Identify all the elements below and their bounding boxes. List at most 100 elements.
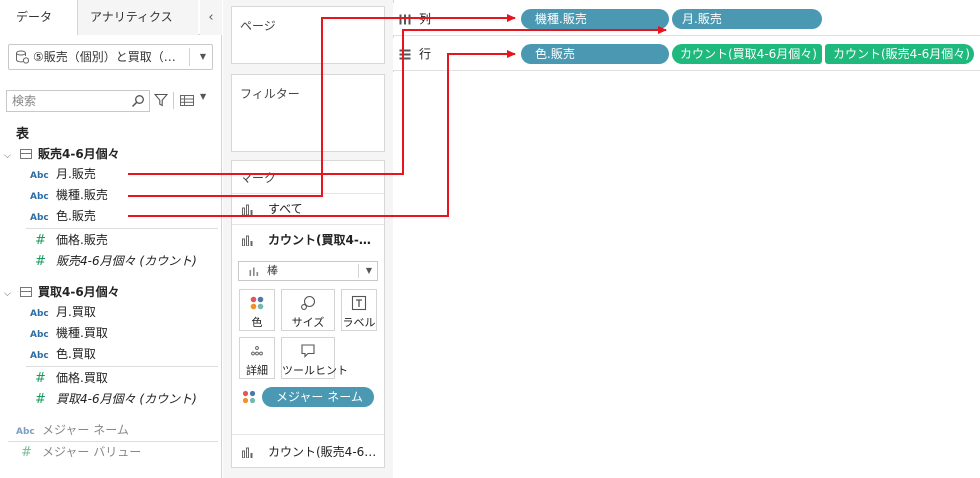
field-name: 機種.買取 xyxy=(56,326,108,340)
field-name: 機種.販売 xyxy=(56,188,108,202)
chevron-down-icon[interactable]: ⌵ xyxy=(4,146,18,166)
table-icon xyxy=(20,287,32,297)
string-type-icon: Abc xyxy=(30,213,49,223)
list-view-icon[interactable] xyxy=(180,95,194,106)
field-price-purchase[interactable]: # 価格.買取 xyxy=(30,368,108,388)
rows-shelf[interactable]: 行 色.販売 カウント(買取4-6月個々) カウント(販売4-6月個々) xyxy=(393,38,980,71)
columns-shelf-label: 列 xyxy=(419,12,432,26)
divider xyxy=(26,366,218,367)
field-name: 買取4-6月個々 (カウント) xyxy=(56,392,197,406)
color-dots-icon xyxy=(242,390,256,404)
field-color-purchase[interactable]: Abc 色.買取 xyxy=(30,344,96,364)
table-header-purchase[interactable]: ⌵ 買取4-6月個々 xyxy=(4,282,120,302)
search-input[interactable]: 検索 xyxy=(12,91,36,111)
label-button[interactable]: ラベル xyxy=(341,289,377,331)
field-measure-values[interactable]: # メジャー バリュー xyxy=(16,442,141,462)
rows-pill-color-sales[interactable]: 色.販売 xyxy=(521,44,669,64)
table-icon xyxy=(20,149,32,159)
divider xyxy=(26,228,218,229)
number-type-icon: # xyxy=(35,371,46,386)
columns-pill-model-sales[interactable]: 機種.販売 xyxy=(521,9,669,29)
string-type-icon: Abc xyxy=(30,330,49,340)
tab-data[interactable]: データ xyxy=(0,0,78,36)
tooltip-label: ツールヒント xyxy=(282,364,348,377)
size-button[interactable]: サイズ xyxy=(281,289,335,331)
divider xyxy=(173,92,174,109)
rows-pill-count-buy[interactable]: カウント(買取4-6月個々) xyxy=(672,44,822,64)
field-name: 月.買取 xyxy=(56,305,96,319)
color-dots-icon xyxy=(250,296,264,310)
number-type-icon: # xyxy=(35,392,46,407)
card-title-filters: フィルター xyxy=(240,87,300,101)
table-name: 販売4-6月個々 xyxy=(38,147,120,161)
tooltip-button[interactable]: ツールヒント xyxy=(281,337,348,379)
columns-shelf[interactable]: 列 機種.販売 月.販売 xyxy=(393,3,980,36)
table-header-sales[interactable]: ⌵ 販売4-6月個々 xyxy=(4,144,120,164)
marks-row-count-buy[interactable]: カウント(買取4-… xyxy=(232,224,384,254)
field-count-purchase[interactable]: # 買取4-6月個々 (カウント) xyxy=(30,389,197,409)
field-name: メジャー ネーム xyxy=(42,423,129,437)
field-month-purchase[interactable]: Abc 月.買取 xyxy=(30,302,96,322)
divider xyxy=(358,264,359,278)
field-name: 価格.販売 xyxy=(56,233,108,247)
number-type-icon: # xyxy=(35,233,46,248)
marks-card: マーク すべて カウント(買取4-… 棒 ▼ 色 サイズ ラベル 詳細 ツールヒ… xyxy=(231,160,385,468)
columns-pill-month-sales[interactable]: 月.販売 xyxy=(672,9,822,29)
view-canvas[interactable] xyxy=(393,72,980,478)
pages-card[interactable]: ページ xyxy=(231,6,385,64)
chevron-down-icon[interactable]: ⌵ xyxy=(4,284,18,304)
string-type-icon: Abc xyxy=(30,351,49,361)
string-type-icon: Abc xyxy=(30,192,49,202)
bar-chart-icon xyxy=(242,204,253,215)
field-price-sales[interactable]: # 価格.販売 xyxy=(30,230,108,250)
string-type-icon: Abc xyxy=(30,309,49,319)
chevron-down-icon[interactable]: ▼ xyxy=(200,45,206,69)
tooltip-icon xyxy=(301,344,315,358)
data-pane: データ アナリティクス ‹ ⑤販売（個別）と買取（… ▼ 検索 ▼ 表 ⌵ 販売4 xyxy=(0,0,222,478)
search-field[interactable]: 検索 xyxy=(6,90,150,112)
label-label: ラベル xyxy=(342,316,376,329)
size-icon xyxy=(301,295,316,310)
color-label: 色 xyxy=(251,316,263,329)
marks-label-count-sell: カウント(販売4-6… xyxy=(268,445,377,459)
mark-type-select[interactable]: 棒 ▼ xyxy=(238,261,378,281)
field-color-sales[interactable]: Abc 色.販売 xyxy=(30,206,96,226)
field-count-sales[interactable]: # 販売4-6月個々 (カウント) xyxy=(30,251,197,271)
detail-button[interactable]: 詳細 xyxy=(239,337,275,379)
number-type-icon: # xyxy=(21,445,32,460)
detail-dots-icon xyxy=(251,346,263,356)
marks-label-count-buy: カウント(買取4-… xyxy=(268,233,371,247)
marks-row-all[interactable]: すべて xyxy=(232,193,384,223)
section-title-tables: 表 xyxy=(16,127,30,142)
size-label: サイズ xyxy=(291,316,325,329)
number-type-icon: # xyxy=(35,254,46,269)
card-title-marks: マーク xyxy=(240,171,277,185)
card-title-pages: ページ xyxy=(240,19,276,33)
rows-pill-count-sell[interactable]: カウント(販売4-6月個々) xyxy=(825,44,974,64)
filter-icon[interactable] xyxy=(154,93,168,107)
tab-analytics[interactable]: アナリティクス xyxy=(78,0,198,35)
text-label-icon xyxy=(351,295,367,311)
datasource-label: ⑤販売（個別）と買取（… xyxy=(33,50,176,64)
string-type-icon: Abc xyxy=(16,427,35,437)
field-measure-names[interactable]: Abc メジャー ネーム xyxy=(16,420,129,440)
shelves: 列 機種.販売 月.販売 行 色.販売 カウント(買取4-6月個々) カウント(… xyxy=(393,0,980,72)
search-icon[interactable] xyxy=(131,94,145,108)
field-month-sales[interactable]: Abc 月.販売 xyxy=(30,164,96,184)
datasource-select[interactable]: ⑤販売（個別）と買取（… ▼ xyxy=(8,44,213,70)
filters-card[interactable]: フィルター xyxy=(231,74,385,152)
field-name: 色.販売 xyxy=(56,209,96,223)
columns-icon xyxy=(399,14,411,25)
chevron-down-icon[interactable]: ▼ xyxy=(200,92,206,101)
field-name: 価格.買取 xyxy=(56,371,108,385)
bar-chart-icon xyxy=(242,235,253,246)
field-model-sales[interactable]: Abc 機種.販売 xyxy=(30,185,108,205)
color-button[interactable]: 色 xyxy=(239,289,275,331)
chevron-down-icon[interactable]: ▼ xyxy=(366,262,372,280)
field-model-purchase[interactable]: Abc 機種.買取 xyxy=(30,323,108,343)
measure-names-pill[interactable]: メジャー ネーム xyxy=(262,387,374,407)
rows-shelf-label: 行 xyxy=(419,47,432,61)
marks-row-count-sell[interactable]: カウント(販売4-6… xyxy=(232,434,384,468)
collapse-pane-button[interactable]: ‹ xyxy=(200,0,222,35)
pane-tabs: データ アナリティクス ‹ xyxy=(0,0,222,36)
